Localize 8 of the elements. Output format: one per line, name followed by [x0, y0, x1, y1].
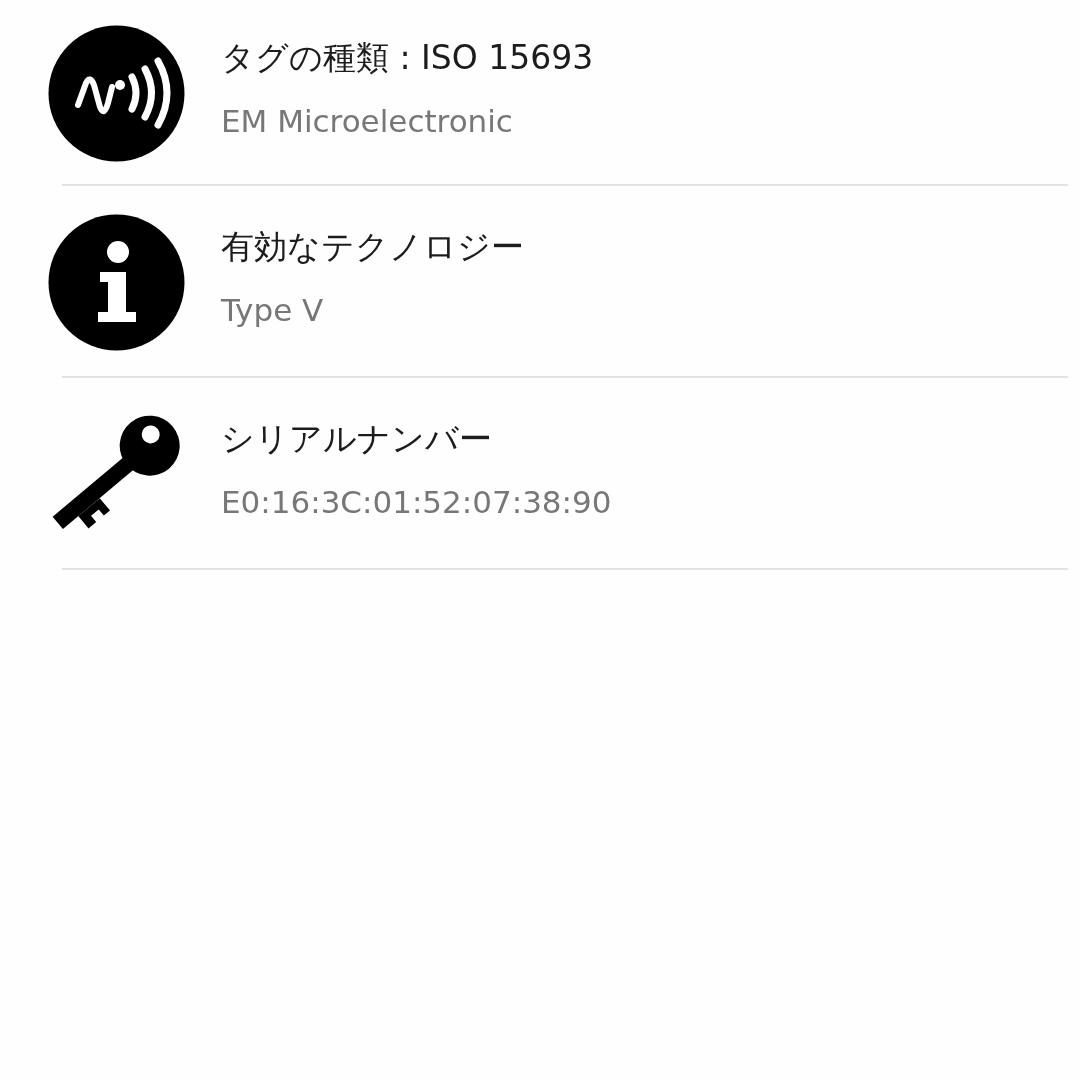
row-value: E0:16:3C:01:52:07:38:90 — [221, 483, 612, 520]
row-title: 有効なテクノロジー — [221, 225, 524, 268]
row-value: EM Microelectronic — [221, 102, 514, 139]
info-icon — [48, 213, 185, 351]
row-value: Type V — [221, 291, 325, 328]
nfc-icon — [48, 24, 185, 162]
row-title: タグの種類 : ISO 15693 — [221, 36, 594, 79]
row-title: シリアルナンバー — [221, 417, 493, 460]
